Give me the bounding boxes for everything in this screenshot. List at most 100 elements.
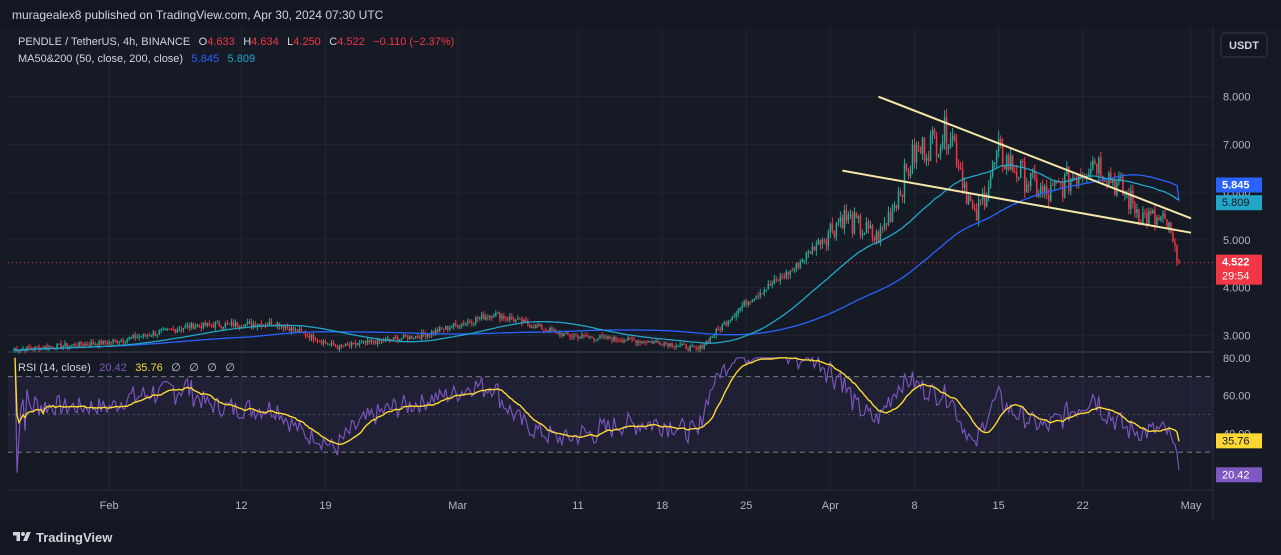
candle-body [713, 334, 715, 337]
chart-svg[interactable]: 8.0007.0006.0005.0004.0003.000 80.0060.0… [8, 28, 1273, 520]
candle-body [727, 321, 729, 325]
candle-body [911, 144, 914, 172]
price-pane[interactable] [8, 95, 1213, 354]
candle-body [1096, 163, 1098, 174]
candle-body [493, 316, 495, 318]
candle-body [975, 209, 978, 221]
candle-body [601, 335, 603, 337]
candle-body [372, 340, 375, 343]
price-axis[interactable]: 8.0007.0006.0005.0004.0003.000 [1223, 92, 1251, 343]
candle-body [74, 344, 76, 347]
candle-body [555, 329, 557, 332]
candle-body [362, 341, 365, 343]
candle-body [308, 336, 311, 339]
time-tick-label: Feb [100, 500, 119, 512]
candle-body [815, 244, 818, 251]
candle-body [671, 343, 673, 347]
candle-body [889, 212, 892, 223]
chart-frame[interactable]: 8.000 7.000 6.000 5.000 4.000 3.000 80.00 60.0… [8, 28, 1273, 520]
candle-body [675, 346, 677, 348]
candle-body [763, 290, 766, 294]
candle-body [845, 209, 848, 221]
candle-body [90, 342, 92, 346]
candle-body [647, 341, 649, 343]
candle-body [142, 333, 144, 337]
candle-body [1021, 160, 1024, 162]
price-tick-label: 7.000 [1223, 139, 1251, 151]
candle-body [172, 329, 175, 331]
candle-body [809, 251, 812, 254]
candle-body [200, 325, 203, 329]
currency-label[interactable]: USDT [1229, 40, 1259, 52]
time-tick-label: May [1181, 500, 1202, 512]
rsi-ma-badge: 35.76 [1216, 433, 1262, 449]
candle-body [539, 324, 541, 327]
rsi-badge: 20.42 [1216, 467, 1262, 483]
candle-body [805, 252, 808, 260]
candle-body [86, 343, 88, 346]
candle-body [140, 336, 142, 338]
candle-body [1092, 160, 1094, 169]
candle-body [170, 329, 173, 331]
time-axis[interactable]: Feb 12 19 Mar 11 18 25 Apr 8 15 22 May [100, 500, 1202, 512]
candle-body [617, 339, 619, 341]
candle-body [833, 231, 836, 237]
candle-body [72, 344, 74, 346]
candle-body [485, 316, 487, 320]
candle-body [286, 326, 289, 328]
candle-body [344, 343, 347, 347]
candle-body [246, 322, 249, 325]
candle-body [218, 322, 221, 327]
candle-body [192, 323, 195, 329]
candle-body [120, 340, 122, 343]
upper-trendline[interactable] [878, 95, 1192, 220]
candle-body [921, 137, 924, 154]
candle-body [795, 263, 798, 269]
candle-body [288, 327, 291, 332]
candle-body [1114, 179, 1116, 195]
candle-body [587, 336, 589, 338]
candle-body [899, 191, 902, 195]
candle-body [743, 300, 745, 306]
tradingview-logo-icon[interactable] [12, 530, 32, 544]
candle-body [733, 316, 735, 318]
candle-body [929, 135, 932, 161]
candle-body [1178, 260, 1180, 263]
candle-body [663, 342, 665, 346]
candle-body [178, 329, 181, 331]
candle-body [901, 194, 904, 198]
candle-body [567, 332, 569, 335]
candle-body [210, 324, 213, 326]
candle-body [709, 336, 711, 343]
candle-body [629, 337, 631, 339]
time-tick-label: 8 [911, 500, 917, 512]
candle-body [1013, 171, 1016, 173]
candle-body [721, 324, 723, 330]
candle-body [661, 344, 663, 346]
candle-body [324, 341, 327, 343]
candle-body [977, 199, 980, 221]
candle-body [953, 135, 956, 142]
candle-body [96, 344, 98, 346]
candle-body [432, 331, 435, 334]
rsi-axis[interactable]: 80.0060.0040.00 [1223, 353, 1251, 441]
tradingview-brand[interactable]: TradingView [36, 530, 112, 545]
time-tick-label: Apr [822, 500, 839, 512]
candle-body [637, 340, 639, 344]
countdown-badge-text: 29:54 [1222, 271, 1250, 283]
price-badge-text: 4.522 [1222, 257, 1250, 269]
candle-body [1172, 232, 1174, 243]
currency-button[interactable]: USDT [1220, 32, 1268, 58]
candle-body [489, 315, 491, 318]
candle-body [1003, 166, 1006, 170]
candle-body [689, 346, 691, 351]
price-tick-label: 3.000 [1223, 330, 1251, 342]
candle-body [789, 270, 792, 275]
candle-body [236, 322, 239, 327]
candle-body [358, 342, 361, 345]
candle-body [993, 162, 996, 164]
candle-body [198, 325, 201, 327]
candle-body [206, 323, 209, 326]
candle-body [491, 315, 493, 318]
candle-body [481, 314, 483, 318]
